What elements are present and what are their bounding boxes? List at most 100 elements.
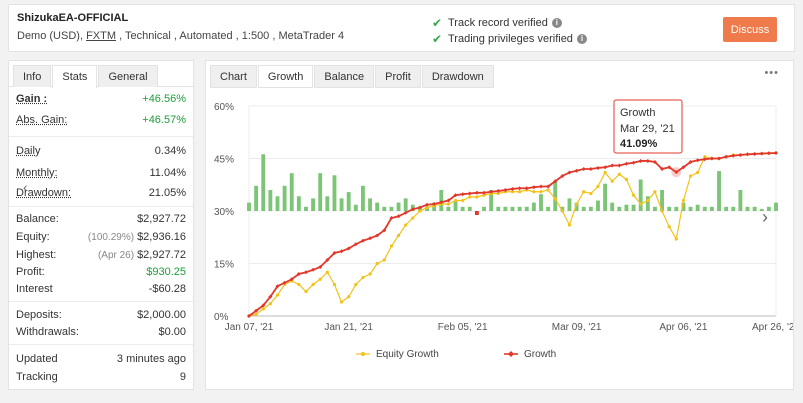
- growth-point: [774, 151, 778, 156]
- equity-growth-point: [261, 307, 265, 311]
- x-tick-label: Mar 09, '21: [552, 322, 602, 333]
- chart-tooltip: Growth Mar 29, '21 41.09%: [613, 99, 683, 178]
- chart-lines: [247, 151, 778, 318]
- profit-bar: [361, 185, 365, 211]
- tab-drawdown[interactable]: Drawdown: [421, 65, 494, 88]
- chevron-right-icon[interactable]: ›: [762, 207, 768, 227]
- growth-point: [574, 168, 579, 173]
- growth-point: [474, 190, 479, 195]
- growth-point: [638, 158, 643, 163]
- profit-bar: [588, 206, 593, 211]
- growth-point: [717, 156, 722, 161]
- tooltip-title: Growth: [620, 107, 655, 119]
- tab-balance[interactable]: Balance: [314, 65, 375, 88]
- abs-gain-label[interactable]: Abs. Gain:: [16, 114, 67, 126]
- account-name[interactable]: ShizukaEA-OFFICIAL: [17, 12, 128, 24]
- profit-bar: [674, 206, 679, 211]
- equity-growth-point: [560, 209, 564, 213]
- check-icon: ✔: [432, 32, 443, 46]
- profit-bar: [717, 171, 721, 211]
- chart-panel: Chart Growth Balance Profit Drawdown •••…: [205, 60, 794, 390]
- profit-bar: [709, 206, 714, 211]
- equity-growth-point: [603, 170, 607, 175]
- equity-growth-point: [453, 198, 458, 203]
- gain-value: +46.56%: [142, 93, 186, 105]
- profit-bar: [517, 206, 522, 211]
- daily-label[interactable]: Daily: [16, 145, 40, 157]
- deposits-value: $2,000.00: [137, 309, 186, 321]
- profit-bar: [254, 185, 259, 211]
- equity-growth-point: [396, 233, 401, 238]
- growth-point: [595, 165, 600, 170]
- profit-bar: [581, 206, 586, 211]
- profit-bar: [346, 192, 351, 211]
- growth-point: [766, 151, 771, 156]
- equity-growth-point: [653, 190, 657, 194]
- profit-bar: [738, 190, 743, 211]
- equity-value-wrap: (100.29%) $2,936.16: [88, 231, 186, 243]
- profit-bar: [546, 206, 551, 211]
- growth-point: [645, 158, 650, 163]
- profit-bar: [304, 206, 308, 211]
- equity-legend-label: Equity Growth: [376, 349, 439, 360]
- broker-link[interactable]: FXTM: [86, 30, 116, 42]
- divider: [9, 136, 193, 137]
- x-tick-label: Feb 05, '21: [438, 322, 488, 333]
- more-options-icon[interactable]: •••: [764, 67, 779, 79]
- divider: [9, 344, 193, 345]
- profit-bar: [624, 204, 629, 211]
- withdrawals-label: Withdrawals:: [16, 326, 79, 338]
- tracking-label: Tracking: [16, 371, 58, 383]
- chart-legend[interactable]: Equity Growth Growth: [356, 349, 556, 360]
- stats-panel: Info Stats General Gain : +46.56% Abs. Ga…: [8, 60, 194, 390]
- tab-profit[interactable]: Profit: [375, 65, 421, 88]
- equity-growth-point: [475, 195, 479, 199]
- tab-growth[interactable]: Growth: [257, 65, 314, 88]
- info-icon[interactable]: i: [551, 18, 562, 28]
- growth-point: [603, 165, 608, 170]
- profit-bar: [653, 206, 657, 211]
- equity-label: Equity:: [16, 231, 50, 243]
- equity-growth-point: [347, 295, 351, 299]
- profit-bar: [247, 202, 251, 211]
- tab-chart[interactable]: Chart: [210, 65, 257, 88]
- growth-point: [460, 192, 465, 197]
- chevron-left-icon[interactable]: ‹: [23, 179, 28, 195]
- updated-value: 3 minutes ago: [116, 353, 186, 365]
- x-tick-label: Apr 06, '21: [659, 322, 707, 333]
- equity-growth-point: [674, 237, 678, 241]
- tooltip-value: 41.09%: [620, 138, 658, 150]
- check-icon: ✔: [432, 16, 443, 30]
- x-tick-label: Jan 07, '21: [225, 322, 274, 333]
- tab-stats[interactable]: Stats: [52, 65, 98, 88]
- chart-tabs: Chart Growth Balance Profit Drawdown: [210, 65, 495, 88]
- gain-label[interactable]: Gain :: [16, 93, 47, 105]
- profit-bar: [460, 206, 465, 211]
- discuss-button[interactable]: Discuss: [723, 17, 777, 42]
- profit-bar: [261, 154, 266, 211]
- profit-bar: [510, 206, 515, 211]
- daily-value: 0.34%: [154, 145, 186, 157]
- stats-tabs: Info Stats General: [9, 61, 193, 88]
- divider: [9, 301, 193, 302]
- growth-point: [617, 163, 622, 168]
- monthly-label[interactable]: Monthly:: [16, 167, 58, 179]
- equity-growth-point: [546, 188, 550, 192]
- profit-bar: [638, 179, 643, 211]
- tab-general[interactable]: General: [98, 65, 158, 87]
- profit-bar: [325, 196, 330, 211]
- equity-growth-point: [361, 275, 365, 280]
- account-info: Demo (USD), FXTM , Technical , Automated…: [17, 30, 344, 42]
- balance-label: Balance:: [16, 213, 59, 225]
- equity-growth-point: [332, 282, 337, 287]
- profit-bar: [731, 206, 736, 211]
- equity-growth-point: [681, 198, 686, 203]
- growth-point: [709, 156, 714, 161]
- info-icon[interactable]: i: [576, 34, 587, 44]
- profit-bar: [353, 204, 358, 211]
- profit-bar: [318, 173, 323, 211]
- equity-growth-point: [596, 184, 600, 189]
- tab-info[interactable]: Info: [13, 65, 52, 87]
- profit-bar: [482, 206, 486, 211]
- y-tick-label: 30%: [214, 207, 234, 218]
